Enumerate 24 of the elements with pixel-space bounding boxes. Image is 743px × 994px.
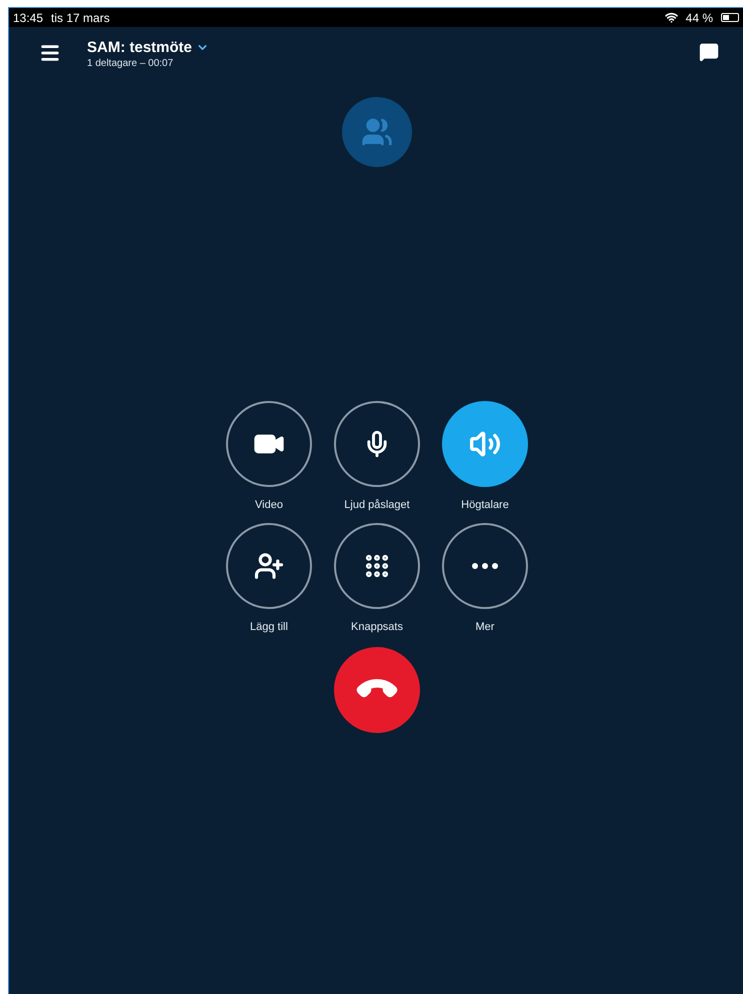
meeting-title[interactable]: SAM: testmöte <box>87 39 192 56</box>
group-icon <box>361 116 393 148</box>
more-icon <box>472 563 498 569</box>
control-label: Video <box>255 499 283 511</box>
battery-percent: 44 % <box>686 10 713 24</box>
control-label: Lägg till <box>250 621 288 633</box>
menu-icon[interactable] <box>39 42 61 64</box>
call-control-button[interactable] <box>442 523 528 609</box>
status-date: tis 17 mars <box>51 10 110 24</box>
control-label: Högtalare <box>461 499 509 511</box>
control-label: Mer <box>476 621 494 633</box>
control-label: Ljud påslaget <box>344 499 410 511</box>
battery-icon <box>721 13 739 22</box>
call-control-button[interactable] <box>226 523 312 609</box>
meeting-subtitle: 1 deltagare – 00:07 <box>87 58 174 69</box>
call-control-button[interactable] <box>334 523 420 609</box>
dialpad-icon <box>363 552 391 580</box>
status-time: 13:45 <box>13 10 44 24</box>
call-control-button[interactable] <box>226 401 312 487</box>
chat-icon[interactable] <box>699 42 719 62</box>
wifi-icon <box>664 11 678 24</box>
call-control-button[interactable] <box>334 401 420 487</box>
control-label: Knappsats <box>351 621 403 633</box>
add-person-icon <box>254 551 284 581</box>
